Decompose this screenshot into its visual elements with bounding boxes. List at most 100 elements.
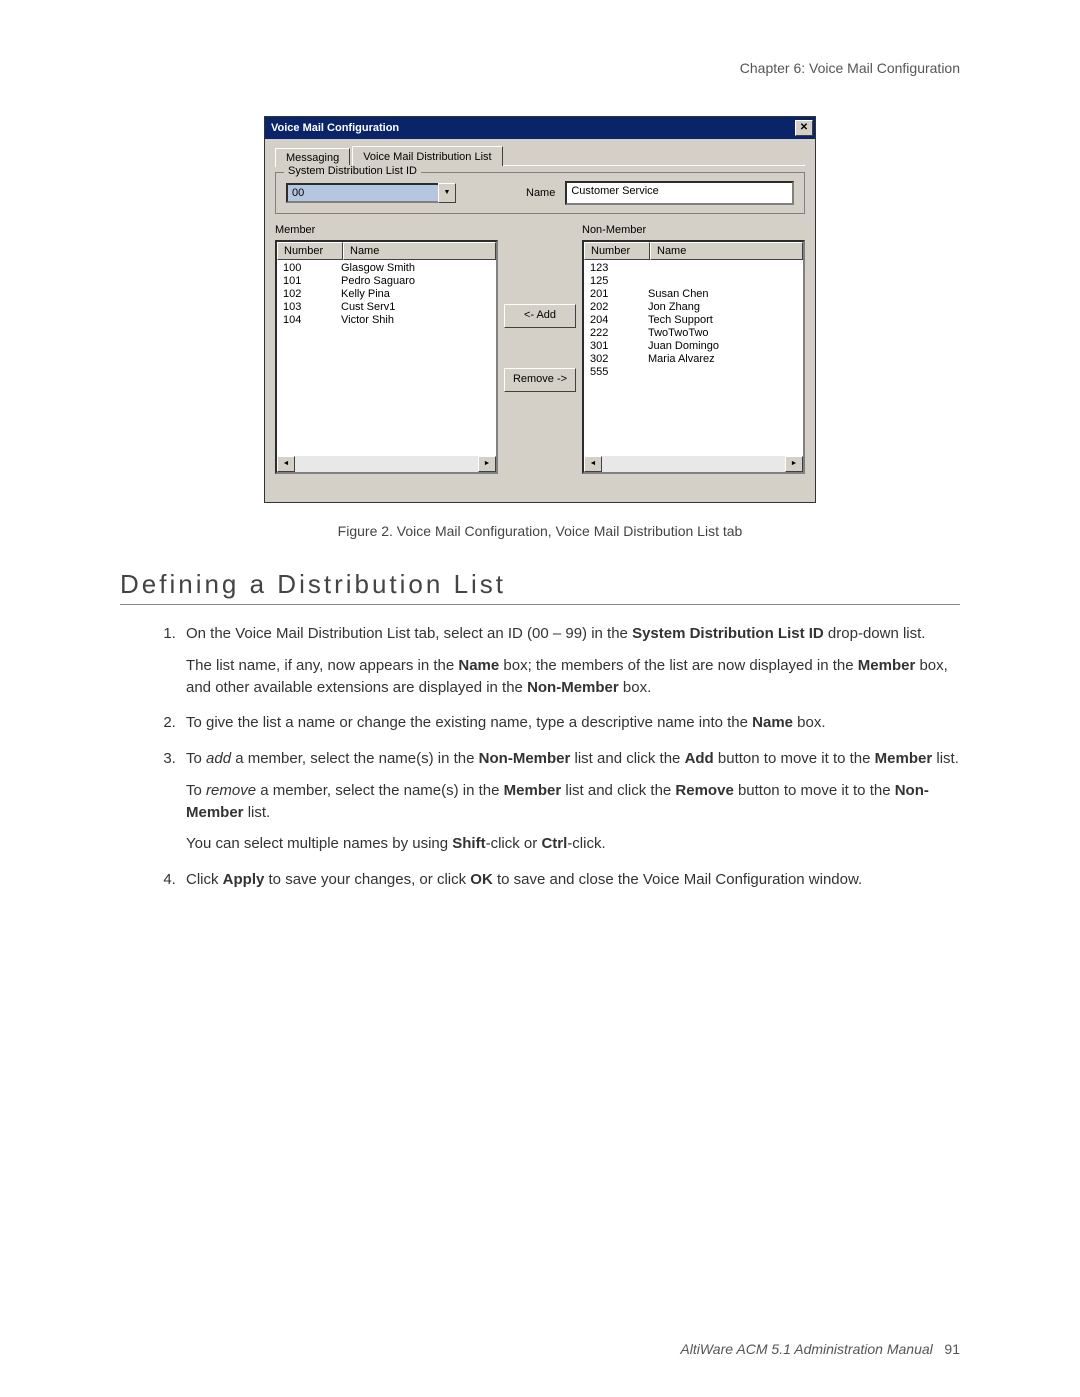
text-bold: Ctrl bbox=[541, 835, 567, 852]
nonmember-scrollbar[interactable]: ◄ ► bbox=[584, 456, 803, 472]
list-item[interactable]: Juan Domingo bbox=[648, 340, 803, 353]
dialog-titlebar: Voice Mail Configuration ✕ bbox=[265, 117, 815, 139]
text: On the Voice Mail Distribution List tab,… bbox=[186, 625, 632, 642]
list-item[interactable]: Cust Serv1 bbox=[341, 301, 496, 314]
text: list. bbox=[932, 750, 959, 767]
scroll-left-icon[interactable]: ◄ bbox=[277, 456, 295, 472]
instruction-step-2: To give the list a name or change the ex… bbox=[180, 712, 960, 734]
name-label: Name bbox=[526, 187, 555, 199]
text-italic: remove bbox=[206, 782, 256, 799]
dropdown-value: 00 bbox=[286, 183, 438, 203]
text-bold: Member bbox=[504, 782, 562, 799]
text: Click bbox=[186, 871, 223, 888]
close-icon[interactable]: ✕ bbox=[795, 120, 813, 136]
text: You can select multiple names by using bbox=[186, 835, 452, 852]
page-footer: AltiWare ACM 5.1 Administration Manual 9… bbox=[680, 1341, 960, 1357]
fieldset-legend: System Distribution List ID bbox=[284, 165, 421, 177]
list-item[interactable]: 103 bbox=[283, 301, 341, 314]
list-item[interactable]: Jon Zhang bbox=[648, 301, 803, 314]
list-item[interactable]: 202 bbox=[590, 301, 648, 314]
voice-mail-config-dialog: Voice Mail Configuration ✕ Messaging Voi… bbox=[264, 116, 816, 503]
list-item[interactable]: 201 bbox=[590, 288, 648, 301]
member-col-name[interactable]: Name bbox=[343, 242, 496, 260]
remove-button[interactable]: Remove -> bbox=[504, 368, 576, 392]
text: to save and close the Voice Mail Configu… bbox=[493, 871, 862, 888]
nonmember-col-name[interactable]: Name bbox=[650, 242, 803, 260]
text: button to move it to the bbox=[734, 782, 895, 799]
scroll-left-icon[interactable]: ◄ bbox=[584, 456, 602, 472]
list-item[interactable]: 102 bbox=[283, 288, 341, 301]
text-italic: add bbox=[206, 750, 231, 767]
member-listbox[interactable]: Number Name 100 101 102 103 104 bbox=[275, 240, 498, 474]
scroll-track[interactable] bbox=[602, 456, 785, 472]
member-label: Member bbox=[275, 224, 498, 236]
nonmember-col-number[interactable]: Number bbox=[584, 242, 650, 260]
dialog-screenshot: Voice Mail Configuration ✕ Messaging Voi… bbox=[120, 116, 960, 503]
name-input[interactable]: Customer Service bbox=[565, 181, 794, 205]
text: button to move it to the bbox=[714, 750, 875, 767]
list-item[interactable]: 301 bbox=[590, 340, 648, 353]
text: a member, select the name(s) in the bbox=[256, 782, 504, 799]
instructions-list: On the Voice Mail Distribution List tab,… bbox=[180, 623, 960, 891]
list-item[interactable]: 222 bbox=[590, 327, 648, 340]
list-item[interactable] bbox=[648, 366, 803, 379]
list-item[interactable]: 100 bbox=[283, 262, 341, 275]
nonmember-name-col: Susan Chen Jon Zhang Tech Support TwoTwo… bbox=[648, 262, 803, 456]
text-bold: Name bbox=[752, 714, 793, 731]
list-item[interactable]: Susan Chen bbox=[648, 288, 803, 301]
nonmember-listbox[interactable]: Number Name 123 125 201 202 204 bbox=[582, 240, 805, 474]
section-rule bbox=[120, 604, 960, 605]
text: drop-down list. bbox=[824, 625, 926, 642]
list-item[interactable]: Maria Alvarez bbox=[648, 353, 803, 366]
text-bold: Shift bbox=[452, 835, 485, 852]
list-item[interactable]: Tech Support bbox=[648, 314, 803, 327]
footer-page-number: 91 bbox=[944, 1341, 960, 1357]
text: a member, select the name(s) in the bbox=[231, 750, 479, 767]
list-item[interactable] bbox=[648, 262, 803, 275]
text: To give the list a name or change the ex… bbox=[186, 714, 752, 731]
scroll-track[interactable] bbox=[295, 456, 478, 472]
instruction-step-1: On the Voice Mail Distribution List tab,… bbox=[180, 623, 960, 698]
list-item[interactable]: 125 bbox=[590, 275, 648, 288]
list-item[interactable]: Glasgow Smith bbox=[341, 262, 496, 275]
text: -click or bbox=[486, 835, 542, 852]
list-item[interactable]: Victor Shih bbox=[341, 314, 496, 327]
system-dist-list-id-fieldset: System Distribution List ID 00 ▼ Name Cu… bbox=[275, 172, 805, 214]
member-name-col: Glasgow Smith Pedro Saguaro Kelly Pina C… bbox=[341, 262, 496, 456]
member-number-col: 100 101 102 103 104 bbox=[277, 262, 341, 456]
list-item[interactable]: TwoTwoTwo bbox=[648, 327, 803, 340]
list-item[interactable]: 123 bbox=[590, 262, 648, 275]
text-bold: Member bbox=[858, 657, 916, 674]
text: To bbox=[186, 750, 206, 767]
text: The list name, if any, now appears in th… bbox=[186, 657, 458, 674]
instruction-step-4: Click Apply to save your changes, or cli… bbox=[180, 869, 960, 891]
list-item[interactable]: 101 bbox=[283, 275, 341, 288]
list-item[interactable]: Pedro Saguaro bbox=[341, 275, 496, 288]
text: box; the members of the list are now dis… bbox=[499, 657, 858, 674]
add-button[interactable]: <- Add bbox=[504, 304, 576, 328]
text: -click. bbox=[567, 835, 605, 852]
member-col-number[interactable]: Number bbox=[277, 242, 343, 260]
text-bold: Non-Member bbox=[527, 679, 619, 696]
list-item[interactable]: 555 bbox=[590, 366, 648, 379]
scroll-right-icon[interactable]: ► bbox=[478, 456, 496, 472]
list-item[interactable]: 302 bbox=[590, 353, 648, 366]
section-heading: Defining a Distribution List bbox=[120, 569, 960, 600]
list-item[interactable] bbox=[648, 275, 803, 288]
text: box. bbox=[619, 679, 652, 696]
member-scrollbar[interactable]: ◄ ► bbox=[277, 456, 496, 472]
list-item[interactable]: Kelly Pina bbox=[341, 288, 496, 301]
chevron-down-icon[interactable]: ▼ bbox=[438, 183, 456, 203]
instruction-step-3: To add a member, select the name(s) in t… bbox=[180, 748, 960, 855]
footer-doc-title: AltiWare ACM 5.1 Administration Manual bbox=[680, 1341, 932, 1357]
text-bold: Non-Member bbox=[479, 750, 571, 767]
dist-list-id-dropdown[interactable]: 00 ▼ bbox=[286, 183, 456, 203]
text: to save your changes, or click bbox=[264, 871, 470, 888]
list-item[interactable]: 204 bbox=[590, 314, 648, 327]
text: list. bbox=[244, 804, 271, 821]
list-item[interactable]: 104 bbox=[283, 314, 341, 327]
text: To bbox=[186, 782, 206, 799]
text-bold: Member bbox=[875, 750, 933, 767]
tab-distribution-list[interactable]: Voice Mail Distribution List bbox=[352, 146, 502, 166]
scroll-right-icon[interactable]: ► bbox=[785, 456, 803, 472]
